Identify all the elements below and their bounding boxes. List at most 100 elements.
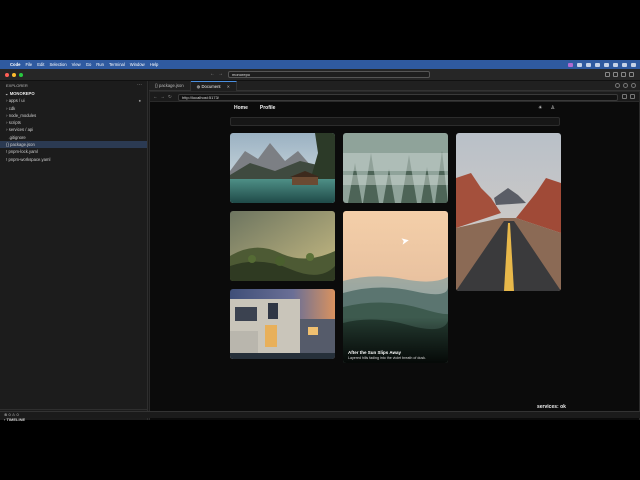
more-icon[interactable] <box>630 94 635 99</box>
menu-go[interactable]: Go <box>86 62 92 67</box>
gallery-image-green-hills[interactable] <box>230 211 335 281</box>
tree-item-label: pnpm-lock.yaml <box>8 149 38 155</box>
more-actions-icon[interactable]: ⋯ <box>137 82 142 88</box>
tree-item-apps-ui[interactable]: › apps / ui ● <box>0 97 147 104</box>
control-center-icon[interactable] <box>631 62 636 67</box>
bluetooth-icon[interactable] <box>613 62 618 67</box>
tree-item-label: pnpm-workspace.yaml <box>8 156 51 162</box>
gallery-featured-card[interactable]: After the Sun Slips Away Layered hills f… <box>343 211 448 363</box>
close-window-button[interactable] <box>5 73 9 77</box>
forward-icon[interactable]: → <box>161 94 169 99</box>
browser-actions <box>622 94 635 99</box>
tree-root[interactable]: ⌄ MONOREPO <box>0 90 147 97</box>
tree-item-label: .gitignore <box>8 134 26 140</box>
editor-actions <box>611 81 640 90</box>
tree-item-label: node_modules <box>8 112 37 118</box>
app-status-icon[interactable] <box>568 62 573 67</box>
tree-item-label: package.json <box>10 142 35 148</box>
cloud-icon[interactable] <box>586 62 591 67</box>
dusk-hills-image <box>343 211 448 363</box>
minimize-window-button[interactable] <box>12 73 16 77</box>
zoom-window-button[interactable] <box>19 73 23 77</box>
close-tab-icon[interactable]: ✕ <box>227 84 231 89</box>
tree-item-gitignore[interactable]: .gitignore <box>0 134 147 141</box>
customize-layout-icon[interactable] <box>629 72 634 77</box>
toggle-sidebar-icon[interactable] <box>605 72 610 77</box>
menu-terminal[interactable]: Terminal <box>109 62 125 67</box>
tree-root-label: MONOREPO <box>9 91 35 96</box>
menu-file[interactable]: File <box>25 62 32 67</box>
tab-document[interactable]: ◍ Document ✕ <box>190 81 238 91</box>
card-title: After the Sun Slips Away <box>348 350 402 355</box>
back-arrow-icon[interactable]: ← <box>210 71 218 77</box>
menu-app[interactable]: Code <box>10 62 20 67</box>
tree-item-package-json[interactable]: {} package.json <box>0 141 147 149</box>
search-input[interactable] <box>230 117 560 126</box>
url-input[interactable]: http://localhost:5173/ <box>178 93 618 101</box>
site-nav-icons: ☀ ♙ <box>538 105 555 111</box>
file-tree: ⌄ MONOREPO › apps / ui ● › cdk › node_mod… <box>0 90 147 163</box>
history-nav: ←→ <box>210 71 226 77</box>
user-icon[interactable]: ♙ <box>550 105 554 111</box>
more-icon[interactable] <box>631 83 636 88</box>
command-center[interactable]: monorepo <box>228 71 430 78</box>
explorer-title: EXPLORER <box>6 83 28 88</box>
nav-profile[interactable]: Profile <box>260 105 276 111</box>
tree-item-pnpm-workspace[interactable]: ! pnpm-workspace.yaml <box>0 156 147 163</box>
tree-item-scripts[interactable]: › scripts <box>0 119 147 126</box>
card-caption: After the Sun Slips Away Layered hills f… <box>348 350 426 360</box>
tree-item-pnpm-lock[interactable]: ! pnpm-lock.yaml <box>0 148 147 155</box>
forward-arrow-icon[interactable]: → <box>218 71 226 77</box>
battery-icon[interactable] <box>595 62 600 67</box>
tree-item-cdk[interactable]: › cdk <box>0 105 147 112</box>
desert-road-image <box>456 133 561 291</box>
tree-item-node-modules[interactable]: › node_modules <box>0 112 147 119</box>
open-external-icon[interactable] <box>622 94 627 99</box>
green-hills-image <box>230 211 335 281</box>
tree-item-label: scripts <box>8 120 21 126</box>
gallery-image-modern-house[interactable] <box>230 289 335 359</box>
tree-item-services-api[interactable]: › services / api <box>0 126 147 133</box>
window-controls <box>5 73 23 77</box>
menu-view[interactable]: View <box>72 62 81 67</box>
back-icon[interactable]: ← <box>153 94 161 99</box>
tab-label: package.json <box>158 83 184 88</box>
search-icon[interactable] <box>622 62 627 67</box>
services-status: services: ok <box>537 404 566 410</box>
split-editor-icon[interactable] <box>623 83 628 88</box>
misty-forest-image <box>343 133 448 203</box>
vscode-window: ←→ monorepo EXPLORER ⋯ ⌄ MONOREPO › apps… <box>0 69 640 422</box>
gallery-image-misty-forest[interactable] <box>343 133 448 203</box>
tree-item-label: services / api <box>8 127 34 133</box>
tree-item-label: apps / ui <box>8 98 25 104</box>
tree-item-label: cdk <box>8 105 16 111</box>
reload-icon[interactable]: ↻ <box>168 94 175 99</box>
menu-run[interactable]: Run <box>96 62 104 67</box>
web-page: Home Profile ☀ ♙ After the Sun Slips Awa… <box>150 102 639 420</box>
browser-address-bar: ←→↻ http://localhost:5173/ <box>150 92 639 102</box>
menu-window[interactable]: Window <box>130 62 145 67</box>
braces-icon: {} <box>155 83 158 88</box>
tab-label: Document <box>201 84 221 89</box>
gallery-image-desert-road[interactable] <box>456 133 561 291</box>
explorer-header: EXPLORER ⋯ <box>0 81 147 90</box>
status-icons <box>568 60 636 69</box>
browser-nav: ←→↻ <box>153 94 175 100</box>
toggle-secondary-sidebar-icon[interactable] <box>621 72 626 77</box>
theme-toggle-icon[interactable]: ☀ <box>538 105 542 111</box>
gallery-image-lake-cabin[interactable] <box>230 133 335 203</box>
tab-package-json[interactable]: {} package.json <box>149 81 191 91</box>
menu-selection[interactable]: Selection <box>49 62 66 67</box>
toggle-panel-icon[interactable] <box>613 72 618 77</box>
lake-cabin-image <box>230 133 335 203</box>
menu-help[interactable]: Help <box>150 62 159 67</box>
layout-controls <box>605 72 634 77</box>
info-icon[interactable] <box>615 83 620 88</box>
menu-edit[interactable]: Edit <box>37 62 44 67</box>
wifi-icon[interactable] <box>604 62 609 67</box>
modern-house-image <box>230 289 335 359</box>
mouse-pointer-icon: ➤ <box>400 235 411 248</box>
nav-home[interactable]: Home <box>234 105 248 111</box>
display-icon[interactable] <box>577 62 582 67</box>
problems-indicator[interactable]: ⊗ 0 ⚠ 0 <box>4 412 19 417</box>
